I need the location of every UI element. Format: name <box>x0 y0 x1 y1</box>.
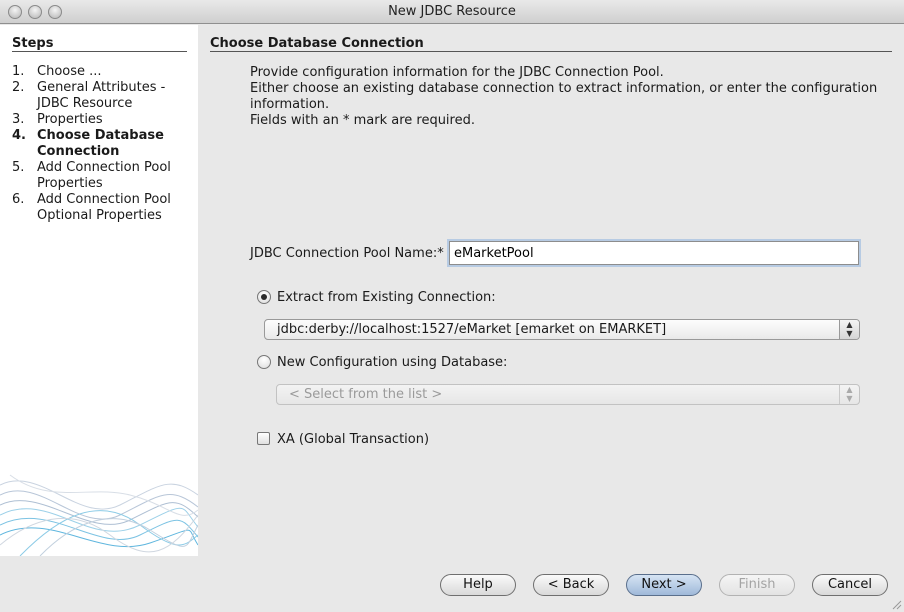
step-number: 2. <box>12 80 25 95</box>
select-arrows-icon: ▲ ▼ <box>839 320 859 339</box>
extract-existing-label: Extract from Existing Connection: <box>277 290 496 305</box>
existing-connection-value: jdbc:derby://localhost:1527/eMarket [ema… <box>277 322 667 337</box>
steps-divider <box>12 51 187 52</box>
resize-grip-icon[interactable] <box>890 598 902 610</box>
extract-existing-radio[interactable] <box>257 290 271 304</box>
description-line: Provide configuration information for th… <box>250 65 664 80</box>
description-line: information. <box>250 97 330 112</box>
step-label: General Attributes - JDBC Resource <box>37 80 166 111</box>
step-number: 4. <box>12 128 26 143</box>
step-number: 3. <box>12 112 25 127</box>
select-arrows-icon: ▲ ▼ <box>839 385 859 404</box>
database-select-placeholder: < Select from the list > <box>289 387 443 402</box>
step-label: Properties <box>37 112 103 127</box>
description-line: Either choose an existing database conne… <box>250 81 878 96</box>
pool-name-label: JDBC Connection Pool Name:* <box>250 246 444 261</box>
title-bar: New JDBC Resource <box>0 0 904 24</box>
step-label: Choose Database Connection <box>37 128 164 159</box>
window-title: New JDBC Resource <box>388 4 516 19</box>
step-number: 5. <box>12 160 25 175</box>
new-configuration-radio[interactable] <box>257 355 271 369</box>
pool-name-input[interactable] <box>449 241 859 265</box>
finish-button: Finish <box>719 574 795 596</box>
back-button[interactable]: < Back <box>533 574 609 596</box>
cancel-button[interactable]: Cancel <box>812 574 888 596</box>
step-number: 1. <box>12 64 25 79</box>
next-button[interactable]: Next > <box>626 574 702 596</box>
decorative-waves-graphic <box>0 474 198 556</box>
step-label: Choose ... <box>37 64 102 79</box>
section-divider <box>210 51 892 52</box>
xa-checkbox[interactable] <box>257 432 270 445</box>
new-configuration-label: New Configuration using Database: <box>277 355 508 370</box>
section-title: Choose Database Connection <box>210 36 424 51</box>
xa-label: XA (Global Transaction) <box>277 432 430 447</box>
database-select[interactable]: < Select from the list > ▲ ▼ <box>276 384 860 405</box>
existing-connection-select[interactable]: jdbc:derby://localhost:1527/eMarket [ema… <box>264 319 860 340</box>
steps-heading: Steps <box>12 36 54 51</box>
description-line: Fields with an * mark are required. <box>250 113 475 128</box>
steps-panel: Steps 1. Choose ... 2. General Attribute… <box>0 25 198 556</box>
step-number: 6. <box>12 192 25 207</box>
help-button[interactable]: Help <box>440 574 516 596</box>
step-label: Add Connection Pool Optional Properties <box>37 192 171 223</box>
step-label: Add Connection Pool Properties <box>37 160 171 191</box>
